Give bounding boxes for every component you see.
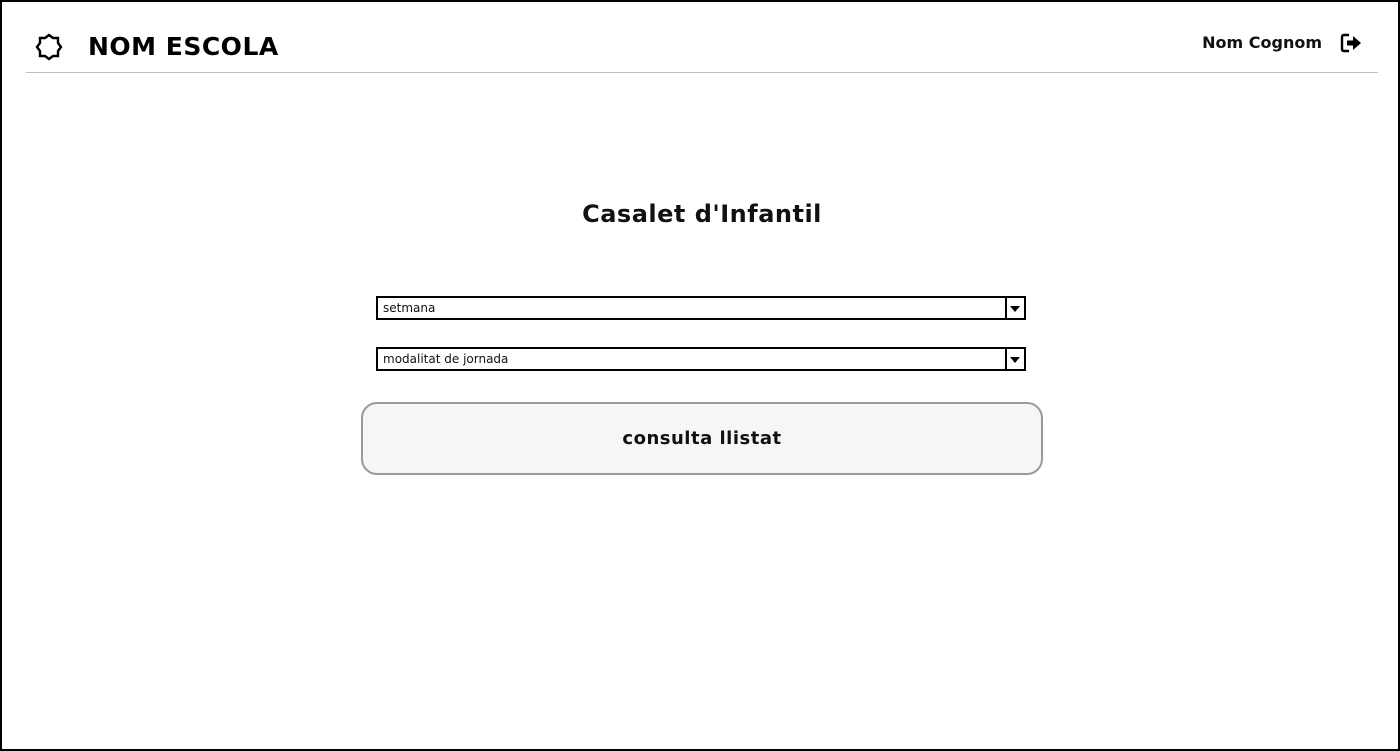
app-window: NOM ESCOLA Nom Cognom Casalet d'Infantil…: [0, 0, 1400, 751]
day-mode-select[interactable]: modalitat de jornada: [376, 347, 1026, 371]
chevron-down-icon[interactable]: [1005, 349, 1024, 369]
chevron-down-icon[interactable]: [1005, 298, 1024, 318]
user-name[interactable]: Nom Cognom: [1202, 32, 1322, 54]
week-select[interactable]: setmana: [376, 296, 1026, 320]
consult-list-button[interactable]: consulta llistat: [361, 402, 1043, 475]
day-mode-select-value: modalitat de jornada: [383, 352, 509, 366]
logout-icon[interactable]: [1340, 32, 1362, 54]
page-title: Casalet d'Infantil: [582, 200, 822, 228]
school-name: NOM ESCOLA: [88, 32, 279, 61]
header-bar: NOM ESCOLA Nom Cognom: [26, 24, 1378, 73]
week-select-value: setmana: [383, 301, 436, 315]
logo-icon: [35, 33, 63, 61]
